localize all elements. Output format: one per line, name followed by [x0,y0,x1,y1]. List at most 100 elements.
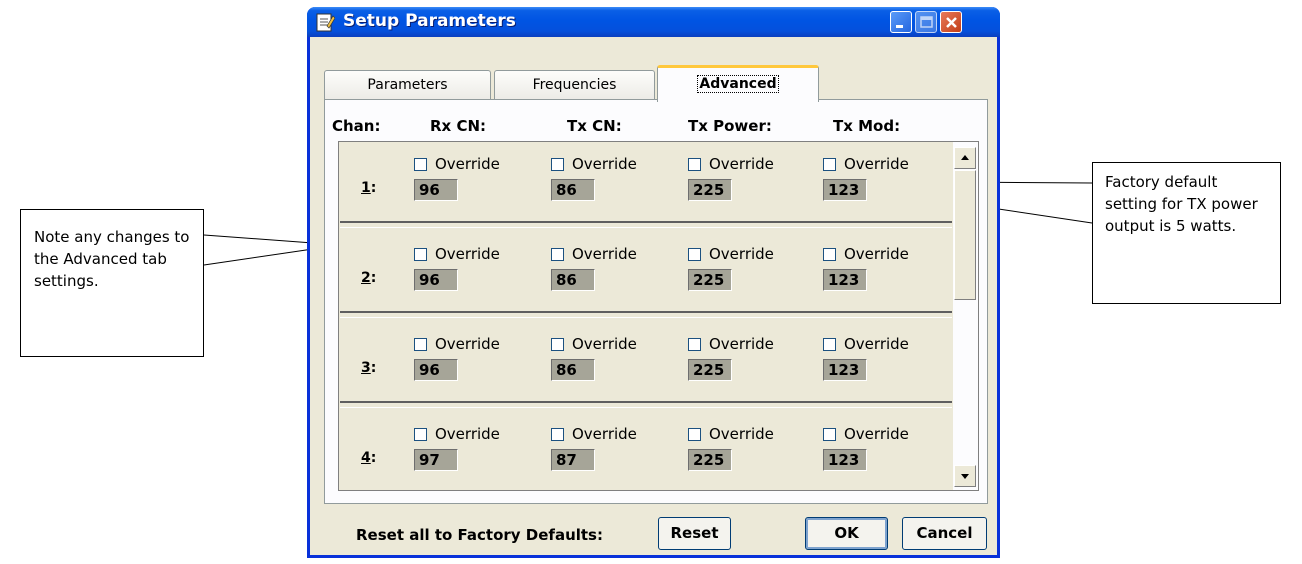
cell-tx-mod: Override 123 [823,155,953,215]
title-bar[interactable]: Setup Parameters [307,7,1000,37]
tx-mod-value: 123 [823,449,867,471]
minimize-button[interactable] [890,11,912,33]
override-checkbox[interactable] [823,248,836,261]
channel-row-1: 1: Override 96 Override 86 Override 225 Overrid… [340,142,953,223]
reset-button-label: Reset [670,524,719,542]
override-label[interactable]: Override [844,155,909,173]
channel-number-value: 2 [361,270,371,286]
scroll-down-button[interactable] [954,465,976,487]
arrow-up-icon [961,155,969,160]
override-label[interactable]: Override [709,155,774,173]
channel-number: 1: [361,180,377,196]
override-checkbox[interactable] [688,428,701,441]
override-checkbox[interactable] [414,428,427,441]
tx-mod-value: 123 [823,269,867,291]
override-label[interactable]: Override [435,155,500,173]
column-header-rx-cn: Rx CN: [430,117,487,135]
scrollbar-thumb[interactable] [954,170,976,300]
tab-advanced-label: Advanced [697,75,779,93]
override-checkbox[interactable] [688,158,701,171]
override-label[interactable]: Override [709,425,774,443]
close-button[interactable] [940,11,962,33]
cell-tx-cn: Override 87 [551,425,681,485]
override-checkbox[interactable] [414,158,427,171]
override-checkbox[interactable] [688,338,701,351]
tx-power-value: 225 [688,359,732,381]
ok-button-label: OK [834,524,859,542]
reset-button[interactable]: Reset [658,517,731,550]
cell-rx-cn: Override 97 [414,425,544,485]
override-label[interactable]: Override [435,335,500,353]
channel-number: 3: [361,360,377,376]
column-header-chan: Chan: [332,117,381,135]
cell-tx-power: Override 225 [688,245,818,305]
maximize-icon [920,16,933,28]
setup-parameters-dialog: Setup Parameters Parameters Frequencies … [307,7,1000,558]
scroll-up-button[interactable] [954,147,976,169]
tx-power-value: 225 [688,179,732,201]
cell-tx-power: Override 225 [688,155,818,215]
override-label[interactable]: Override [435,425,500,443]
tab-advanced[interactable]: Advanced [657,65,819,102]
column-header-tx-mod: Tx Mod: [833,117,901,135]
cell-rx-cn: Override 96 [414,335,544,395]
channel-number-value: 4 [361,450,371,466]
cell-tx-mod: Override 123 [823,335,953,395]
channel-number: 4: [361,450,377,466]
vertical-scrollbar[interactable] [953,142,978,490]
tab-frequencies[interactable]: Frequencies [494,70,655,100]
override-label[interactable]: Override [709,335,774,353]
cell-tx-power: Override 225 [688,335,818,395]
cell-tx-cn: Override 86 [551,245,681,305]
minimize-icon [896,25,903,28]
override-checkbox[interactable] [551,338,564,351]
notepad-icon [316,13,335,32]
override-label[interactable]: Override [844,335,909,353]
ok-button[interactable]: OK [805,517,888,550]
override-label[interactable]: Override [572,155,637,173]
override-checkbox[interactable] [414,248,427,261]
column-header-tx-power: Tx Power: [688,117,772,135]
cancel-button[interactable]: Cancel [902,517,987,550]
override-checkbox[interactable] [823,158,836,171]
tx-mod-value: 123 [823,179,867,201]
channel-list: 1: Override 96 Override 86 Override 225 Overrid… [338,141,979,491]
reset-defaults-label: Reset all to Factory Defaults: [356,526,603,544]
maximize-button[interactable] [915,11,937,33]
channel-row-2: 2: Override 96 Override 86 Override 225 Overrid… [340,227,952,313]
arrow-down-icon [961,474,969,479]
override-label[interactable]: Override [844,425,909,443]
override-checkbox[interactable] [823,338,836,351]
override-checkbox[interactable] [688,248,701,261]
override-checkbox[interactable] [823,428,836,441]
channel-number-value: 3 [361,360,371,376]
cell-tx-power: Override 225 [688,425,818,485]
tx-cn-value: 86 [551,269,595,291]
cancel-button-label: Cancel [916,524,973,542]
override-label[interactable]: Override [709,245,774,263]
override-label[interactable]: Override [572,245,637,263]
rx-cn-value: 96 [414,269,458,291]
override-checkbox[interactable] [551,158,564,171]
override-label[interactable]: Override [844,245,909,263]
override-checkbox[interactable] [551,428,564,441]
channel-number: 2: [361,270,377,286]
cell-tx-mod: Override 123 [823,245,953,305]
tx-cn-value: 86 [551,359,595,381]
tx-cn-value: 87 [551,449,595,471]
cell-rx-cn: Override 96 [414,245,544,305]
cell-rx-cn: Override 96 [414,155,544,215]
override-label[interactable]: Override [435,245,500,263]
tab-parameters[interactable]: Parameters [324,70,491,100]
tx-power-value: 225 [688,269,732,291]
tx-power-value: 225 [688,449,732,471]
override-label[interactable]: Override [572,425,637,443]
override-checkbox[interactable] [414,338,427,351]
override-checkbox[interactable] [551,248,564,261]
rx-cn-value: 96 [414,359,458,381]
callout-note-advanced: Note any changes to the Advanced tab set… [20,209,204,357]
tx-mod-value: 123 [823,359,867,381]
cell-tx-cn: Override 86 [551,155,681,215]
tx-cn-value: 86 [551,179,595,201]
override-label[interactable]: Override [572,335,637,353]
